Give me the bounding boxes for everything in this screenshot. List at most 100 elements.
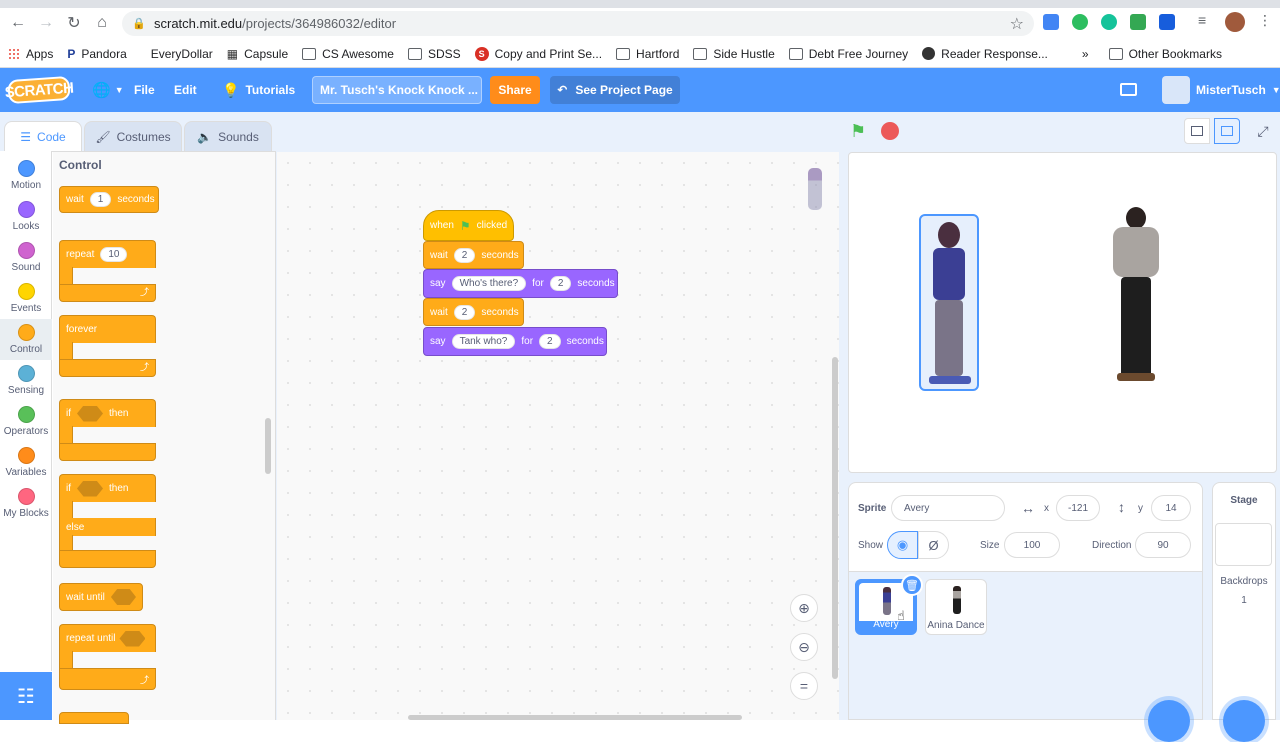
category-looks[interactable]: Looks <box>0 196 52 237</box>
block-wait[interactable]: wait 1 seconds <box>59 186 159 213</box>
y-input[interactable]: 14 <box>1151 495 1191 521</box>
home-icon[interactable]: ⌂ <box>88 9 116 37</box>
add-backdrop-button[interactable] <box>1223 700 1265 742</box>
block-wait-2[interactable]: wait 2 seconds <box>423 241 524 269</box>
forward-icon[interactable]: → <box>32 9 60 37</box>
bookmarks-overflow[interactable]: » <box>1082 47 1089 61</box>
x-label: x <box>1044 503 1049 514</box>
add-extension-button[interactable]: ☷ <box>0 672 52 720</box>
edit-menu[interactable]: Edit <box>164 68 207 112</box>
bookmark-hartford[interactable]: Hartford <box>616 47 679 61</box>
workspace-vertical-scrollbar[interactable] <box>832 357 838 679</box>
bookmark-capsule[interactable]: ▦ Capsule <box>227 47 288 61</box>
x-input[interactable]: -121 <box>1056 495 1100 521</box>
stage-canvas[interactable] <box>848 152 1277 473</box>
green-flag-button[interactable]: ⚑ <box>850 121 866 142</box>
block-say-tank-who[interactable]: say Tank who? for 2 seconds <box>423 327 607 356</box>
scratch-logo[interactable]: SCRATCH <box>4 75 74 105</box>
show-hidden-button[interactable]: Ø <box>918 531 949 559</box>
condition-slot[interactable] <box>77 480 103 497</box>
translate-extension-icon[interactable] <box>1043 14 1059 30</box>
block-if-then[interactable]: if then <box>59 399 156 427</box>
stop-button[interactable] <box>881 122 899 140</box>
category-sound[interactable]: Sound <box>0 237 52 278</box>
show-visible-button[interactable]: ◉ <box>887 531 918 559</box>
bookmark-cs-awesome[interactable]: CS Awesome <box>302 47 394 61</box>
large-stage-icon <box>1221 126 1233 136</box>
grammarly-extension-icon[interactable] <box>1101 14 1117 30</box>
block-wait-2b[interactable]: wait 2 seconds <box>423 298 524 326</box>
condition-slot[interactable] <box>110 589 136 605</box>
stage-thumbnail[interactable] <box>1215 523 1272 566</box>
bookmark-apps[interactable]: Apps <box>8 47 53 61</box>
my-stuff-folder-icon[interactable] <box>1120 83 1137 96</box>
size-input[interactable]: 100 <box>1004 532 1060 558</box>
block-wait-until[interactable]: wait until <box>59 583 143 611</box>
direction-input[interactable]: 90 <box>1135 532 1191 558</box>
delete-sprite-button[interactable]: 🗑 <box>901 574 923 596</box>
category-my-blocks[interactable]: My Blocks <box>0 483 52 524</box>
category-motion[interactable]: Motion <box>0 155 52 196</box>
category-control[interactable]: Control <box>0 319 52 360</box>
palette-scrollbar[interactable] <box>265 418 271 474</box>
add-sprite-button[interactable] <box>1148 700 1190 742</box>
tab-sounds[interactable]: 🔈 Sounds <box>184 121 272 151</box>
profile-avatar[interactable] <box>1225 12 1245 32</box>
tab-costumes[interactable]: 🖌 Costumes <box>84 121 182 151</box>
bookmark-debt-free[interactable]: Debt Free Journey <box>788 47 908 61</box>
reload-icon[interactable]: ↻ <box>60 9 88 37</box>
anina-sprite[interactable] <box>1099 205 1171 385</box>
block-if-else[interactable]: if then <box>59 474 156 502</box>
bookmark-sdss[interactable]: SDSS <box>407 47 461 61</box>
back-icon[interactable]: ← <box>4 9 32 37</box>
condition-slot[interactable] <box>119 630 146 647</box>
tutorials-menu[interactable]: 💡 Tutorials <box>212 68 305 112</box>
repeat-foot: ⤴ <box>59 284 156 302</box>
project-title-input[interactable]: Mr. Tusch's Knock Knock ... <box>312 76 482 104</box>
see-project-page-button[interactable]: ↶ See Project Page <box>550 76 680 104</box>
forever-foot: ⤴ <box>59 359 156 377</box>
block-repeat-until[interactable]: repeat until <box>59 624 156 652</box>
workspace-horizontal-scrollbar[interactable] <box>408 715 742 720</box>
if-arm <box>59 426 73 444</box>
category-events[interactable]: Events <box>0 278 52 319</box>
tab-code[interactable]: ☰ Code <box>4 121 82 151</box>
share-button[interactable]: Share <box>490 76 540 104</box>
category-variables[interactable]: Variables <box>0 442 52 483</box>
block-say-whos-there[interactable]: say Who's there? for 2 seconds <box>423 269 618 298</box>
large-stage-button[interactable] <box>1214 118 1240 144</box>
block-repeat[interactable]: repeat 10 <box>59 240 156 268</box>
green-extension-icon[interactable] <box>1130 14 1146 30</box>
bookmark-pandora[interactable]: P Pandora <box>67 47 126 61</box>
block-forever[interactable]: forever <box>59 315 156 343</box>
small-stage-button[interactable] <box>1184 118 1210 144</box>
file-menu[interactable]: File <box>124 68 165 112</box>
sprite-name-input[interactable]: Avery <box>891 495 1005 521</box>
block-when-flag-clicked[interactable]: when ⚑ clicked <box>423 210 514 241</box>
bookmark-side-hustle[interactable]: Side Hustle <box>693 47 775 61</box>
folder-icon <box>1108 47 1123 60</box>
bookmark-reader-response[interactable]: Reader Response... <box>922 47 1048 61</box>
star-icon[interactable]: ☆ <box>1010 14 1024 34</box>
bitwarden-extension-icon[interactable] <box>1159 14 1175 30</box>
reading-list-icon[interactable]: ≡ <box>1198 12 1214 28</box>
zoom-in-button[interactable]: ⊕ <box>790 594 818 622</box>
avery-sprite[interactable] <box>919 214 979 391</box>
username-menu[interactable]: MisterTusch ▼ <box>1196 68 1280 112</box>
sprite-tile-anina-dance[interactable]: Anina Dance <box>925 579 987 635</box>
bookmark-other[interactable]: Other Bookmarks <box>1108 47 1222 61</box>
zoom-reset-button[interactable]: = <box>790 672 818 700</box>
category-sensing[interactable]: Sensing <box>0 360 52 401</box>
bookmark-everydollar[interactable]: EveryDollar <box>151 47 213 61</box>
category-operators[interactable]: Operators <box>0 401 52 442</box>
browser-menu-icon[interactable]: ⋮ <box>1258 12 1274 28</box>
evernote-extension-icon[interactable] <box>1072 14 1088 30</box>
bookmark-copy-print[interactable]: S Copy and Print Se... <box>474 46 602 61</box>
script-workspace[interactable] <box>277 152 839 720</box>
address-bar[interactable]: 🔒 scratch.mit.edu/projects/364986032/edi… <box>122 11 1034 36</box>
next-block-partial <box>59 712 129 724</box>
fullscreen-button[interactable]: ⤢ <box>1250 118 1276 144</box>
zoom-out-button[interactable]: ⊖ <box>790 633 818 661</box>
condition-slot[interactable] <box>77 405 103 422</box>
user-avatar[interactable] <box>1162 76 1190 104</box>
